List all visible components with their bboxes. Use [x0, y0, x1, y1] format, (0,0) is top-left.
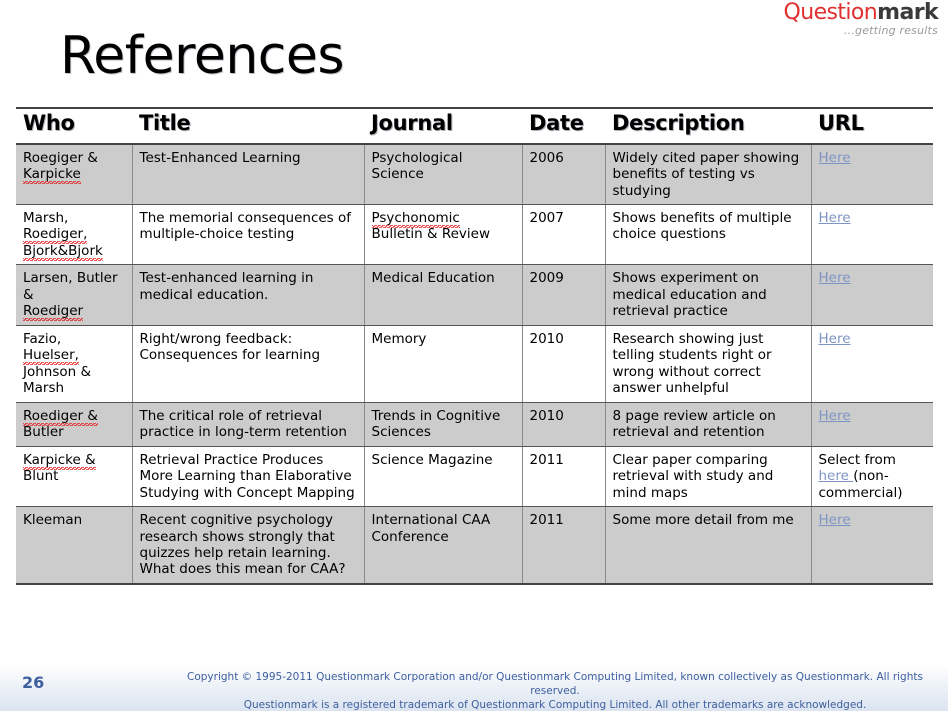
cell-description: Shows experiment on medical education an…	[605, 264, 812, 326]
table-row: Karpicke & Blunt Retrieval Practice Produc…	[16, 446, 933, 508]
who-text: Kleeman	[23, 512, 83, 529]
cell-url: Select from here (non-commercial)	[811, 446, 933, 508]
cell-title: The critical role of retrieval practice …	[132, 402, 365, 447]
who-misspelled-1: Huelser,	[23, 347, 79, 366]
cell-title: Test-enhanced learning in medical educat…	[132, 264, 365, 326]
cell-journal: Science Magazine	[364, 446, 523, 508]
cell-date: 2007	[522, 204, 606, 266]
cell-who: Karpicke & Blunt	[16, 446, 133, 508]
copyright-line-1: Copyright © 1995-2011 Questionmark Corpo…	[187, 671, 923, 698]
cell-date: 2010	[522, 325, 606, 403]
cell-who: Fazio, Huelser, Johnson & Marsh	[16, 325, 133, 403]
cell-who: Roediger & Butler	[16, 402, 133, 447]
table-header: Who Title Journal Date Description URL	[16, 107, 933, 145]
column-header-date: Date	[522, 107, 605, 145]
url-link-here[interactable]: Here	[819, 210, 851, 226]
slide: Questionmark ...getting results Referenc…	[0, 0, 948, 711]
slide-footer: 26 Copyright © 1995-2011 Questionmark Co…	[0, 663, 948, 711]
cell-url: Here	[811, 264, 933, 326]
cell-journal: Psychonomic Bulletin & Review	[364, 204, 523, 266]
cell-url: Here	[811, 143, 933, 206]
logo-question-text: Question	[783, 0, 878, 25]
cell-title: Retrieval Practice Produces More Learnin…	[132, 446, 365, 508]
column-header-who: Who	[16, 107, 132, 145]
cell-date: 2010	[522, 402, 606, 447]
column-header-description: Description	[605, 107, 811, 145]
cell-who: Kleeman	[16, 506, 133, 585]
table-row: Roediger & Butler The critical role of ret…	[16, 402, 933, 447]
cell-date: 2011	[522, 446, 606, 508]
page-title: References	[60, 26, 344, 86]
table-row: Roegiger & Karpicke Test-Enhanced Learning…	[16, 143, 933, 206]
table-header-row: Who Title Journal Date Description URL	[16, 107, 933, 145]
cell-who: Marsh, Roediger, Bjork&Bjork	[16, 204, 133, 266]
cell-url: Here	[811, 325, 933, 403]
cell-description: 8 page review article on retrieval and r…	[605, 402, 812, 447]
cell-description: Shows benefits of multiple choice questi…	[605, 204, 812, 266]
copyright-notice: Copyright © 1995-2011 Questionmark Corpo…	[180, 670, 930, 711]
logo-tagline: ...getting results	[843, 24, 938, 37]
column-header-title: Title	[132, 107, 364, 145]
table-row: Fazio, Huelser, Johnson & Marsh Right/wrong…	[16, 325, 933, 403]
table-row: Marsh, Roediger, Bjork&Bjork The memorial c…	[16, 204, 933, 266]
cell-date: 2006	[522, 143, 606, 206]
journal-misspelled: Psychonomic	[371, 210, 460, 229]
journal-text: Bulletin & Review	[371, 226, 491, 243]
who-text: Roegiger &	[23, 149, 98, 166]
url-link-here[interactable]: here	[819, 468, 854, 484]
cell-url: Here	[811, 204, 933, 266]
page-number: 26	[22, 673, 45, 692]
cell-journal: Psychological Science	[364, 143, 523, 206]
table-row: Kleeman Recent cognitive psychology resea…	[16, 506, 933, 585]
references-table: Who Title Journal Date Description URL R…	[16, 107, 933, 585]
url-link-here[interactable]: Here	[819, 331, 851, 347]
cell-description: Clear paper comparing retrieval with stu…	[605, 446, 812, 508]
url-prefix-text: Select from	[818, 451, 896, 468]
who-text: Marsh,	[23, 210, 69, 227]
logo-mark-text: mark	[877, 0, 938, 25]
cell-journal: International CAA Conference	[364, 506, 523, 585]
cell-journal: Memory	[364, 325, 523, 403]
cell-journal: Medical Education	[364, 264, 523, 326]
cell-description: Widely cited paper showing benefits of t…	[605, 143, 812, 206]
who-misspelled-1: Roediger &	[23, 407, 98, 426]
who-text-tail: Blunt	[23, 468, 59, 485]
questionmark-logo: Questionmark ...getting results	[783, 0, 939, 37]
cell-description: Some more detail from me	[605, 506, 812, 585]
cell-title: Recent cognitive psychology research sho…	[132, 506, 365, 585]
who-text: Larsen, Butler &	[23, 270, 118, 303]
who-misspelled-1: Roediger	[23, 303, 84, 322]
url-link-here[interactable]: Here	[819, 408, 851, 424]
table-row: Larsen, Butler & Roediger Test-enhanced le…	[16, 264, 933, 326]
cell-description: Research showing just telling students r…	[605, 325, 812, 403]
who-text-tail: Johnson & Marsh	[23, 363, 92, 397]
cell-url: Here	[811, 506, 933, 585]
cell-title: The memorial consequences of multiple-ch…	[132, 204, 365, 266]
logo-wordmark: Questionmark	[783, 0, 939, 25]
who-misspelled-2: Bjork&Bjork	[23, 242, 103, 261]
who-misspelled-1: Karpicke	[23, 166, 81, 185]
table-body: Roegiger & Karpicke Test-Enhanced Learning…	[16, 143, 933, 585]
url-link-here[interactable]: Here	[819, 150, 851, 166]
cell-date: 2011	[522, 506, 606, 585]
cell-journal: Trends in Cognitive Sciences	[364, 402, 523, 447]
references-table-wrapper: Who Title Journal Date Description URL R…	[16, 107, 933, 585]
column-header-journal: Journal	[364, 107, 522, 145]
who-text-tail: Butler	[23, 424, 64, 441]
cell-title: Test-Enhanced Learning	[132, 143, 365, 206]
cell-title: Right/wrong feedback: Consequences for l…	[132, 325, 365, 403]
copyright-line-2: Questionmark is a registered trademark o…	[243, 699, 867, 711]
who-misspelled-1: Roediger,	[23, 226, 88, 245]
cell-url: Here	[811, 402, 933, 447]
column-header-url: URL	[811, 107, 933, 145]
who-misspelled-1: Karpicke &	[23, 451, 96, 470]
url-link-here[interactable]: Here	[819, 512, 851, 528]
cell-who: Roegiger & Karpicke	[16, 143, 133, 206]
cell-date: 2009	[522, 264, 606, 326]
who-text: Fazio,	[23, 330, 62, 347]
url-link-here[interactable]: Here	[819, 270, 851, 286]
cell-who: Larsen, Butler & Roediger	[16, 264, 133, 326]
